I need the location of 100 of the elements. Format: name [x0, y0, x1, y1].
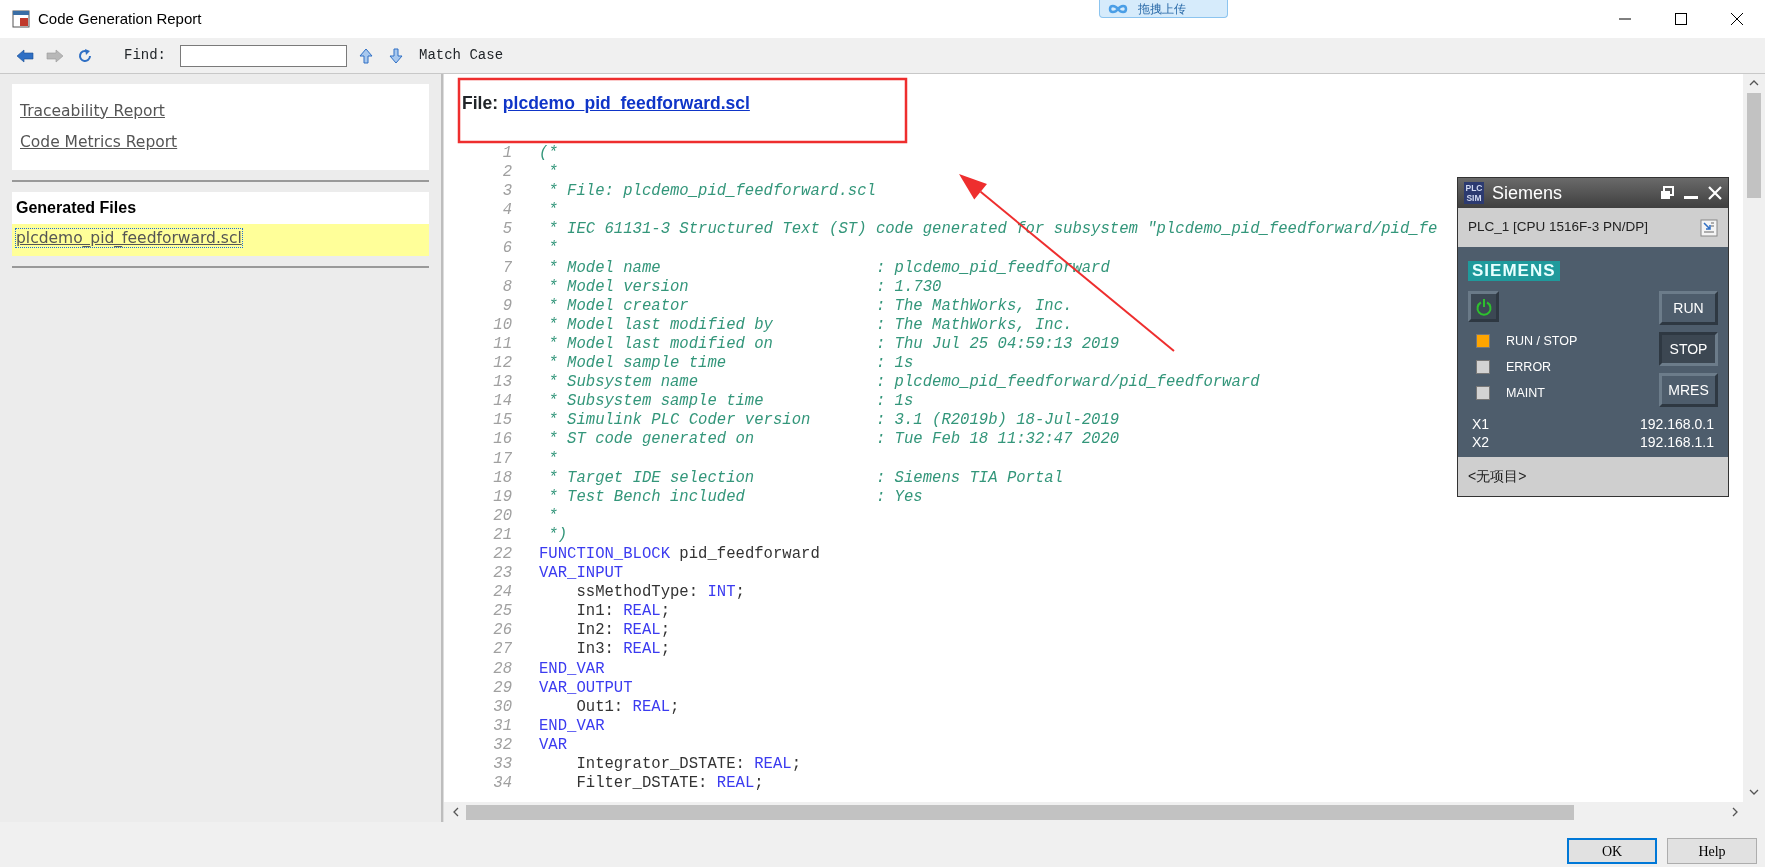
- file-label: File:: [462, 93, 498, 113]
- line-number: 21: [492, 525, 512, 545]
- close-icon[interactable]: [1731, 13, 1743, 25]
- code-line: * Model last modified by : The MathWorks, Inc.: [547, 315, 1073, 335]
- code-line: END_VAR: [539, 659, 605, 679]
- line-number: 26: [492, 621, 512, 641]
- code-line: ssMethodType: INT;: [575, 583, 745, 603]
- code-line: * Model version : 1.730: [547, 277, 942, 297]
- line-number: 24: [492, 583, 512, 603]
- code-line: VAR: [539, 735, 568, 755]
- line-number: 25: [492, 602, 512, 622]
- report-link[interactable]: Traceability Report: [20, 99, 165, 123]
- find-label: Find:: [124, 46, 166, 65]
- code-line: * Model creator : The MathWorks, Inc.: [547, 296, 1073, 316]
- scroll-left-icon[interactable]: [452, 807, 460, 817]
- led-label: ERROR: [1506, 358, 1552, 376]
- code-line: * Test Bench included : Yes: [547, 487, 923, 507]
- line-number: 8: [501, 277, 512, 297]
- brand-logo: SIEMENS: [1468, 261, 1560, 281]
- find-next-icon[interactable]: [389, 47, 403, 64]
- line-number: 27: [492, 640, 512, 660]
- section-title: Generated Files: [15, 198, 138, 218]
- line-number: 9: [501, 296, 512, 316]
- code-line: FUNCTION_BLOCK pid_feedforward: [539, 544, 820, 565]
- line-number: 15: [492, 411, 512, 431]
- scroll-down-icon[interactable]: [1749, 788, 1759, 796]
- line-number: 10: [492, 315, 512, 335]
- maximize-icon[interactable]: [1675, 13, 1687, 25]
- device-info-icon[interactable]: [1700, 218, 1718, 237]
- power-button[interactable]: [1468, 291, 1499, 322]
- code-line: Out1: REAL;: [575, 697, 680, 717]
- code-line: * Model last modified on : Thu Jul 25 04:59:13 2019: [547, 334, 1120, 355]
- code-line: Integrator_DSTATE: REAL;: [575, 755, 802, 775]
- code-line: * ST code generated on : Tue Feb 18 11:32:47 2020: [547, 430, 1120, 450]
- device-name: PLC_1 [CPU 1516F-3 PN/DP]: [1468, 218, 1649, 237]
- scrollbar-thumb[interactable]: [466, 804, 1574, 820]
- window-title: Siemens: [1492, 181, 1563, 205]
- code-line: (*: [539, 144, 558, 164]
- code-line: Filter_DSTATE: REAL;: [575, 774, 764, 794]
- find-field[interactable]: [180, 44, 347, 67]
- app-icon: [12, 10, 30, 28]
- line-number: 17: [492, 449, 512, 469]
- line-number: 4: [501, 201, 512, 221]
- line-number: 34: [492, 774, 512, 794]
- code-line: * Target IDE selection : Siemens TIA Portal: [547, 468, 1064, 488]
- line-number: 18: [492, 468, 512, 488]
- project-status: <无项目>: [1468, 467, 1527, 486]
- back-icon[interactable]: [16, 48, 34, 63]
- code-line: END_VAR: [539, 716, 605, 736]
- infinity-icon: [1108, 2, 1128, 15]
- window-title: Code Generation Report: [38, 8, 202, 29]
- ok-button[interactable]: OK: [1567, 838, 1657, 864]
- scrollbar-thumb[interactable]: [1747, 93, 1761, 198]
- line-number: 2: [501, 163, 512, 183]
- mode-button[interactable]: STOP: [1659, 332, 1718, 366]
- upload-label: 拖拽上传: [1138, 2, 1186, 15]
- line-number: 16: [492, 430, 512, 450]
- line-number: 19: [492, 487, 512, 507]
- ip-address: 192.168.0.1: [1640, 415, 1714, 433]
- code-line: * Model sample time : 1s: [547, 354, 914, 374]
- interface-name: X1: [1472, 415, 1490, 433]
- refresh-icon[interactable]: [77, 47, 93, 64]
- find-previous-icon[interactable]: [359, 47, 373, 64]
- scroll-up-icon[interactable]: [1749, 79, 1759, 87]
- scroll-right-icon[interactable]: [1731, 807, 1739, 817]
- code-line: *): [547, 525, 568, 545]
- line-number: 32: [492, 735, 512, 755]
- line-number: 31: [492, 716, 512, 736]
- line-number: 5: [501, 220, 512, 240]
- power-icon: [1474, 297, 1493, 316]
- code-line: VAR_OUTPUT: [539, 678, 633, 698]
- restore-icon[interactable]: [1660, 186, 1674, 200]
- code-line: * Subsystem name : plcdemo_pid_feedforward/pid_feedforward: [547, 373, 1260, 393]
- file-link[interactable]: plcdemo_pid_feedforward.scl: [502, 93, 750, 113]
- code-line: *: [547, 201, 558, 221]
- code-line: * Subsystem sample time : 1s: [547, 392, 914, 412]
- match-case-toggle[interactable]: Match Case: [419, 45, 504, 66]
- line-number: 30: [492, 697, 512, 717]
- line-number: 3: [501, 182, 512, 202]
- line-number: 6: [501, 239, 512, 259]
- code-line: *: [547, 163, 558, 183]
- code-line: *: [547, 239, 558, 259]
- mode-button[interactable]: MRES: [1659, 373, 1718, 407]
- help-button[interactable]: Help: [1667, 838, 1757, 864]
- line-number: 23: [492, 564, 512, 584]
- led-label: RUN / STOP: [1506, 333, 1578, 350]
- line-number: 28: [492, 659, 512, 679]
- interface-name: X2: [1472, 433, 1490, 451]
- code-line: * Simulink PLC Coder version : 3.1 (R2019b) 18-Jul-2019: [547, 411, 1120, 431]
- line-number: 29: [492, 678, 512, 698]
- line-number: 13: [492, 373, 512, 393]
- mode-button[interactable]: RUN: [1659, 291, 1718, 325]
- upload-tab[interactable]: 拖拽上传: [1099, 0, 1228, 18]
- file-list-item[interactable]: plcdemo_pid_feedforward.scl: [12, 224, 429, 257]
- code-line: *: [547, 506, 558, 526]
- code-line: In2: REAL;: [575, 621, 671, 641]
- report-link[interactable]: Code Metrics Report: [20, 131, 178, 155]
- led-label: MAINT: [1506, 384, 1545, 402]
- code-line: In3: REAL;: [575, 640, 671, 660]
- code-line: In1: REAL;: [575, 602, 671, 622]
